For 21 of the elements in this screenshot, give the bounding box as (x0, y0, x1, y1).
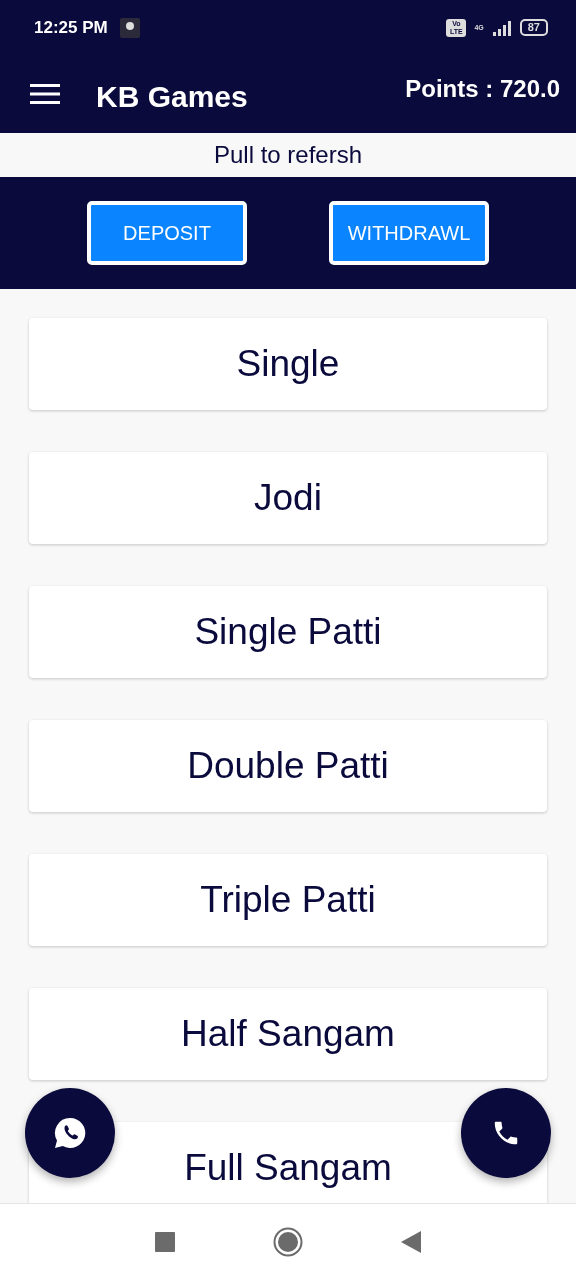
back-icon[interactable] (401, 1231, 421, 1253)
game-card[interactable]: Double Patti (29, 720, 547, 812)
withdraw-button[interactable]: WITHDRAWL (329, 201, 489, 265)
call-button[interactable] (461, 1088, 551, 1178)
game-card[interactable]: Triple Patti (29, 854, 547, 946)
battery-level: 87 (519, 19, 548, 36)
home-icon[interactable] (273, 1227, 303, 1257)
refresh-hint: Pull to refersh (213, 141, 363, 169)
deposit-button[interactable]: DEPOSIT (87, 201, 247, 265)
notification-icon (119, 17, 140, 38)
app-title: KB Games (96, 80, 248, 114)
game-card[interactable]: Half Sangam (29, 988, 547, 1080)
menu-icon[interactable] (30, 83, 60, 105)
signal-icon (491, 19, 512, 36)
chat-bubble-icon (53, 1116, 87, 1150)
game-card[interactable]: Jodi (29, 452, 547, 544)
chat-button[interactable] (25, 1088, 115, 1178)
game-card[interactable]: Single Patti (29, 586, 547, 678)
status-time: 12:25 PM (34, 17, 108, 38)
game-card[interactable]: Single (29, 318, 547, 410)
points-balance: Points : 720.0 (405, 75, 560, 103)
